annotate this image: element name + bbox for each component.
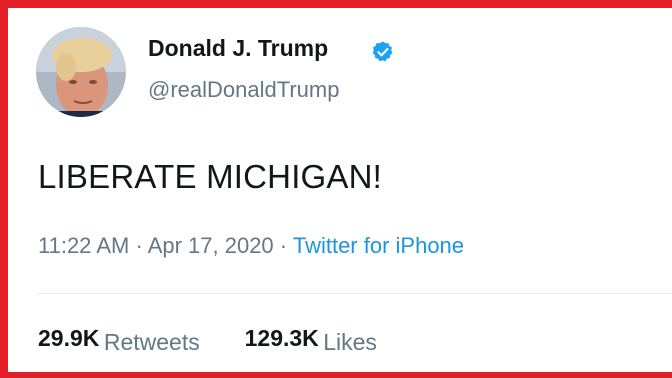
- tweet-time[interactable]: 11:22 AM: [38, 233, 129, 258]
- stats-divider: [38, 293, 672, 294]
- tweet-card: Donald J. Trump @realDonaldTrump LIBERAT…: [0, 0, 672, 378]
- profile-avatar[interactable]: [36, 27, 126, 117]
- user-handle[interactable]: @realDonaldTrump: [148, 77, 339, 103]
- retweets-stat[interactable]: 29.9K Retweets: [38, 325, 204, 355]
- tweet-meta: 11:22 AM · Apr 17, 2020 · Twitter for iP…: [38, 233, 464, 259]
- tweet-date[interactable]: Apr 17, 2020: [148, 233, 274, 258]
- likes-label: Likes: [323, 329, 377, 355]
- verified-badge-icon: [371, 40, 395, 64]
- meta-separator: ·: [279, 233, 288, 258]
- tweet-text: LIBERATE MICHIGAN!: [38, 158, 383, 195]
- tweet-stats: 29.9K Retweets 129.3K Likes: [38, 325, 377, 355]
- meta-separator: ·: [135, 233, 143, 258]
- likes-count: 129.3K: [244, 325, 319, 351]
- likes-stat[interactable]: 129.3K Likes: [245, 325, 377, 355]
- avatar-image: [36, 27, 126, 117]
- display-name[interactable]: Donald J. Trump: [148, 35, 328, 62]
- retweets-count: 29.9K: [38, 325, 100, 351]
- retweets-label: Retweets: [103, 329, 200, 355]
- tweet-source-link[interactable]: Twitter for iPhone: [293, 233, 464, 258]
